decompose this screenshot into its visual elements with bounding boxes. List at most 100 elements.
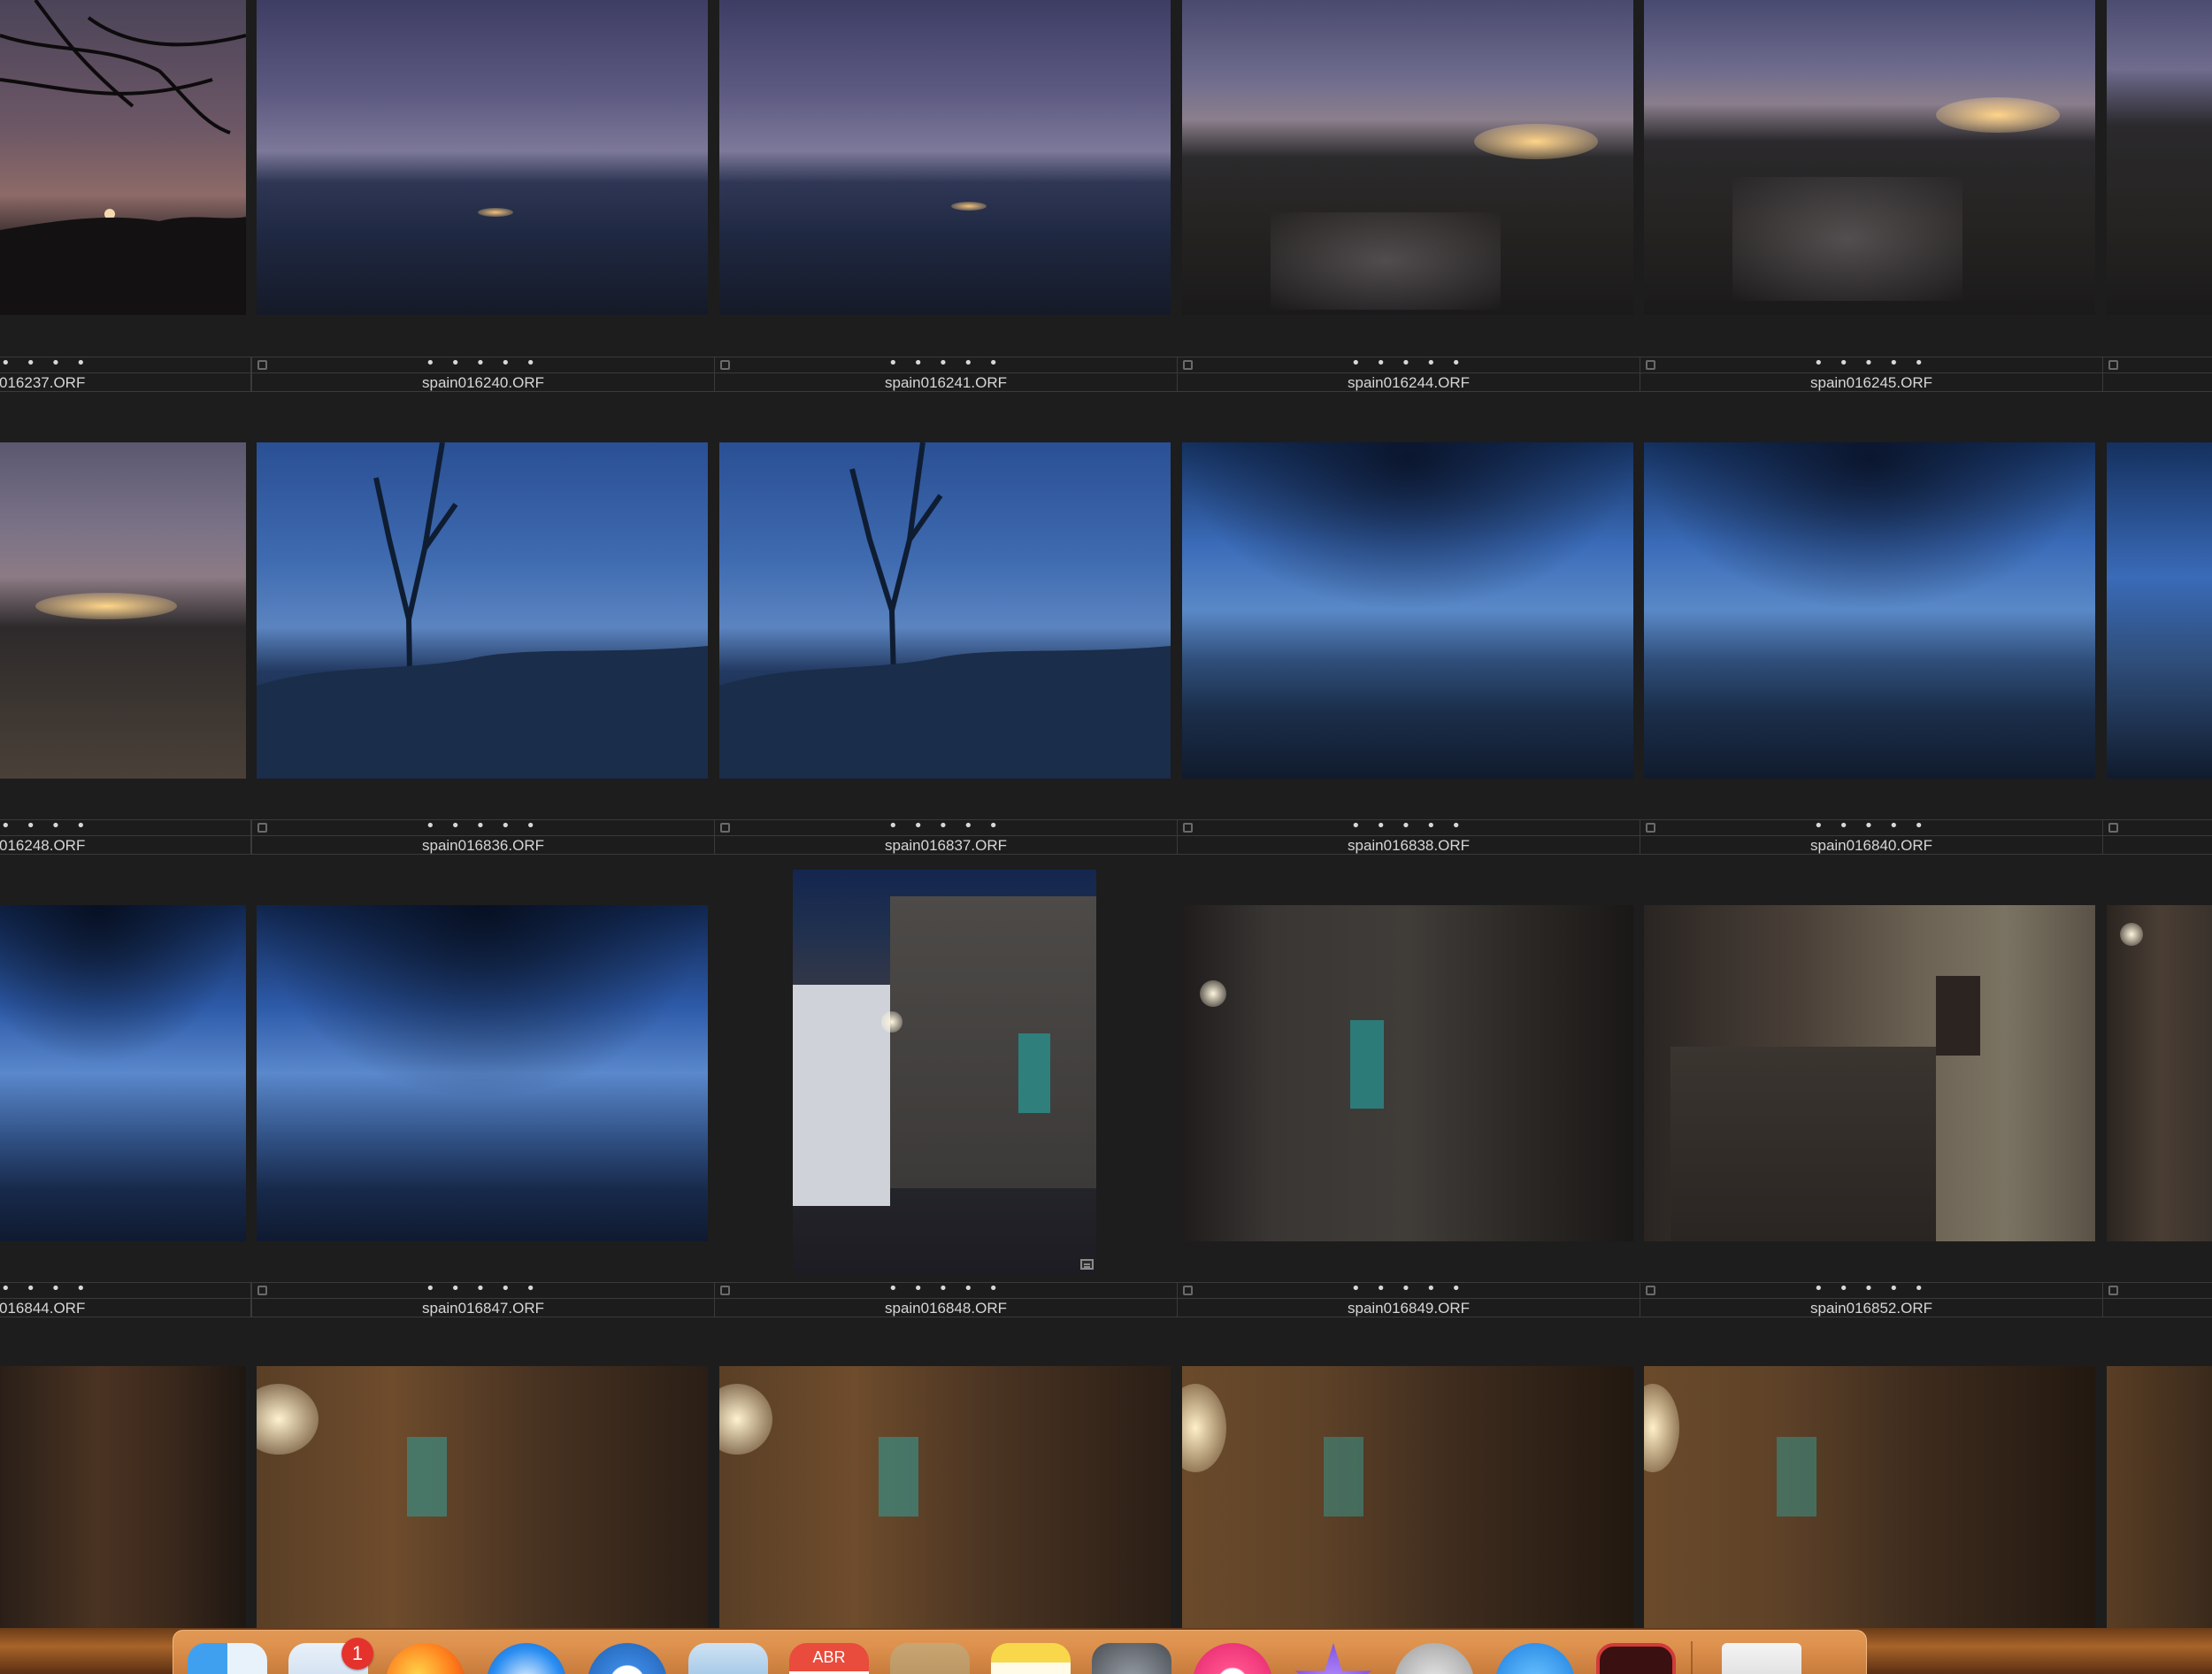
- time-machine-icon[interactable]: [1394, 1643, 1474, 1674]
- divider: [2103, 372, 2212, 373]
- photo-meta: • • • • 016844.ORF: [0, 1279, 251, 1317]
- divider: [1640, 372, 2102, 373]
- photo-meta: • • • • • spain016836.ORF: [251, 817, 715, 855]
- photo-thumbnail[interactable]: [1644, 0, 2095, 315]
- divider: [1640, 835, 2102, 836]
- imovie-icon[interactable]: [1294, 1643, 1372, 1674]
- list-icon: [1080, 1259, 1094, 1270]
- star-rating[interactable]: • • • •: [0, 817, 250, 835]
- photo-thumbnail[interactable]: [0, 442, 246, 779]
- divider: [1178, 1298, 1640, 1299]
- flag-checkbox[interactable]: [2108, 823, 2118, 833]
- notes-icon[interactable]: [991, 1643, 1071, 1674]
- calendar-icon[interactable]: ABR: [789, 1643, 869, 1674]
- photo-meta: • • • • 016248.ORF: [0, 817, 251, 855]
- flag-checkbox[interactable]: [2108, 1286, 2118, 1295]
- photo-meta: • • • • • spain016837.ORF: [714, 817, 1178, 855]
- star-rating[interactable]: • • • • •: [1640, 354, 2102, 372]
- photo-meta: • • • • • spain016847.ORF: [251, 1279, 715, 1317]
- photo-thumbnail[interactable]: [2107, 0, 2212, 315]
- finder-icon[interactable]: [188, 1643, 267, 1674]
- divider: [715, 835, 1177, 836]
- star-rating[interactable]: • • • • •: [715, 817, 1177, 835]
- photo-thumbnail[interactable]: [719, 0, 1171, 315]
- photo-thumbnail[interactable]: [0, 1366, 246, 1632]
- photo-thumbnail[interactable]: [1644, 1366, 2095, 1632]
- photo-thumbnail[interactable]: [257, 1366, 708, 1632]
- photo-meta: • • • • • spain016852.ORF: [1640, 1279, 2103, 1317]
- safari-icon[interactable]: [487, 1643, 566, 1674]
- photo-thumbnail[interactable]: [2107, 442, 2212, 779]
- photo-meta: • • • • • spain016245.ORF: [1640, 354, 2103, 392]
- photo-meta: • • • • • spain016838.ORF: [1177, 817, 1640, 855]
- file-name: spain016241.ORF: [885, 374, 1007, 391]
- divider: [1640, 1298, 2102, 1299]
- photo-thumbnail[interactable]: [2107, 1366, 2212, 1632]
- photo-thumbnail[interactable]: [719, 1366, 1171, 1632]
- dock-separator: [1691, 1641, 1693, 1674]
- photo-thumbnail[interactable]: [1644, 905, 2095, 1241]
- file-name: spain016838.ORF: [1348, 837, 1470, 854]
- photo-thumbnail[interactable]: [1182, 1366, 1633, 1632]
- file-name: 016237.ORF: [0, 374, 86, 391]
- photo-browser-window: • • • • 016237.ORF • • • • • spain016240…: [0, 0, 2212, 1674]
- file-name: spain016852.ORF: [1810, 1300, 1932, 1317]
- divider: [1178, 372, 1640, 373]
- divider: [252, 1298, 714, 1299]
- photo-meta: • • • • • spain016840.ORF: [1640, 817, 2103, 855]
- flag-checkbox[interactable]: [2108, 360, 2118, 370]
- photo-thumbnail[interactable]: [1182, 442, 1633, 779]
- star-rating[interactable]: • • • • •: [715, 1279, 1177, 1298]
- star-rating[interactable]: • • • • •: [1640, 817, 2102, 835]
- star-rating[interactable]: • • • • •: [715, 354, 1177, 372]
- contacts-icon[interactable]: [890, 1643, 970, 1674]
- photo-thumbnail[interactable]: [1644, 442, 2095, 779]
- divider: [0, 1298, 250, 1299]
- firefox-icon[interactable]: [386, 1643, 465, 1674]
- photo-thumbnail[interactable]: [257, 0, 708, 315]
- terminal-icon[interactable]: [1596, 1643, 1676, 1674]
- divider: [252, 835, 714, 836]
- photo-thumbnail[interactable]: [257, 442, 708, 779]
- photo-thumbnail[interactable]: [719, 442, 1171, 779]
- star-rating[interactable]: • • • • •: [252, 354, 714, 372]
- photo-meta: [2102, 357, 2212, 392]
- file-name: spain016849.ORF: [1348, 1300, 1470, 1317]
- star-rating[interactable]: • • • • •: [1178, 817, 1640, 835]
- trash-icon[interactable]: [1722, 1643, 1801, 1674]
- divider: [0, 835, 250, 836]
- photo-thumbnail[interactable]: [1182, 0, 1633, 315]
- star-rating[interactable]: • • • •: [0, 354, 250, 372]
- file-name: spain016837.ORF: [885, 837, 1007, 854]
- divider: [715, 1298, 1177, 1299]
- photo-meta: • • • • 016237.ORF: [0, 354, 251, 392]
- star-rating[interactable]: • • • • •: [1178, 354, 1640, 372]
- divider: [1178, 835, 1640, 836]
- photo-thumbnail[interactable]: [257, 905, 708, 1241]
- app-store-icon[interactable]: [1495, 1643, 1575, 1674]
- system-preferences-icon[interactable]: [1092, 1643, 1171, 1674]
- notification-badge: 1: [342, 1638, 373, 1670]
- photo-meta: [2102, 1282, 2212, 1317]
- star-rating[interactable]: • • • • •: [1640, 1279, 2102, 1298]
- photo-meta: • • • • • spain016848.ORF: [714, 1279, 1178, 1317]
- star-rating[interactable]: • • • • •: [252, 1279, 714, 1298]
- file-name: spain016840.ORF: [1810, 837, 1932, 854]
- itunes-icon[interactable]: [1193, 1643, 1272, 1674]
- photo-thumbnail[interactable]: [0, 905, 246, 1241]
- photo-meta: • • • • • spain016241.ORF: [714, 354, 1178, 392]
- photo-thumbnail[interactable]: [1182, 905, 1633, 1241]
- photo-thumbnail[interactable]: [2107, 905, 2212, 1241]
- file-name: 016844.ORF: [0, 1300, 86, 1317]
- photo-thumbnail[interactable]: [0, 0, 246, 315]
- file-name: spain016848.ORF: [885, 1300, 1007, 1317]
- photo-meta: • • • • • spain016240.ORF: [251, 354, 715, 392]
- divider: [252, 372, 714, 373]
- star-rating[interactable]: • • • •: [0, 1279, 250, 1298]
- divider: [715, 372, 1177, 373]
- preview-icon[interactable]: [688, 1643, 768, 1674]
- photo-thumbnail[interactable]: [793, 870, 1096, 1275]
- star-rating[interactable]: • • • • •: [252, 817, 714, 835]
- onepassword-icon[interactable]: [588, 1643, 667, 1674]
- star-rating[interactable]: • • • • •: [1178, 1279, 1640, 1298]
